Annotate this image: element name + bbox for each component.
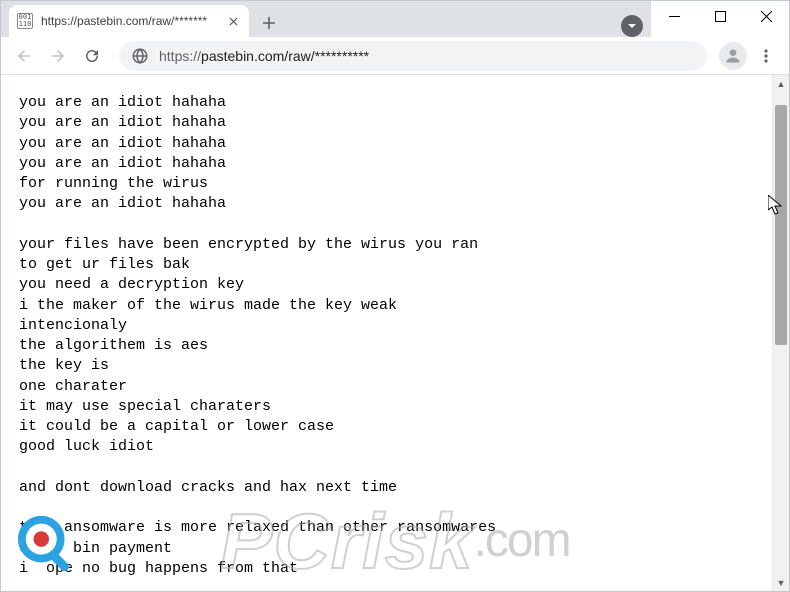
viewport: you are an idiot hahaha you are an idiot… bbox=[1, 75, 789, 591]
menu-button[interactable] bbox=[751, 41, 781, 71]
tab-title: https://pastebin.com/raw/******* bbox=[41, 14, 225, 28]
globe-icon bbox=[131, 47, 149, 65]
page-content: you are an idiot hahaha you are an idiot… bbox=[1, 75, 772, 591]
profile-button[interactable] bbox=[719, 42, 747, 70]
back-button[interactable] bbox=[9, 41, 39, 71]
maximize-button[interactable] bbox=[697, 1, 743, 31]
address-bar[interactable]: https://pastebin.com/raw/********** bbox=[119, 41, 707, 71]
browser-tab[interactable]: 001110 https://pastebin.com/raw/******* bbox=[9, 5, 249, 37]
tab-search-button[interactable] bbox=[621, 15, 643, 37]
new-tab-button[interactable] bbox=[255, 9, 283, 37]
browser-window: 001110 https://pastebin.com/raw/******* bbox=[0, 0, 790, 592]
tab-strip: 001110 https://pastebin.com/raw/******* bbox=[1, 1, 651, 37]
titlebar: 001110 https://pastebin.com/raw/******* bbox=[1, 1, 789, 37]
scroll-down-arrow[interactable]: ▼ bbox=[773, 574, 789, 591]
close-tab-button[interactable] bbox=[225, 13, 241, 29]
window-controls bbox=[651, 1, 789, 31]
forward-button[interactable] bbox=[43, 41, 73, 71]
scroll-up-arrow[interactable]: ▲ bbox=[773, 75, 789, 92]
scroll-thumb[interactable] bbox=[775, 105, 787, 345]
toolbar: https://pastebin.com/raw/********** bbox=[1, 37, 789, 75]
url-text: https://pastebin.com/raw/********** bbox=[159, 48, 695, 64]
vertical-scrollbar[interactable]: ▲ ▼ bbox=[772, 75, 789, 591]
close-window-button[interactable] bbox=[743, 1, 789, 31]
reload-button[interactable] bbox=[77, 41, 107, 71]
file-icon: 001110 bbox=[17, 13, 33, 29]
minimize-button[interactable] bbox=[651, 1, 697, 31]
